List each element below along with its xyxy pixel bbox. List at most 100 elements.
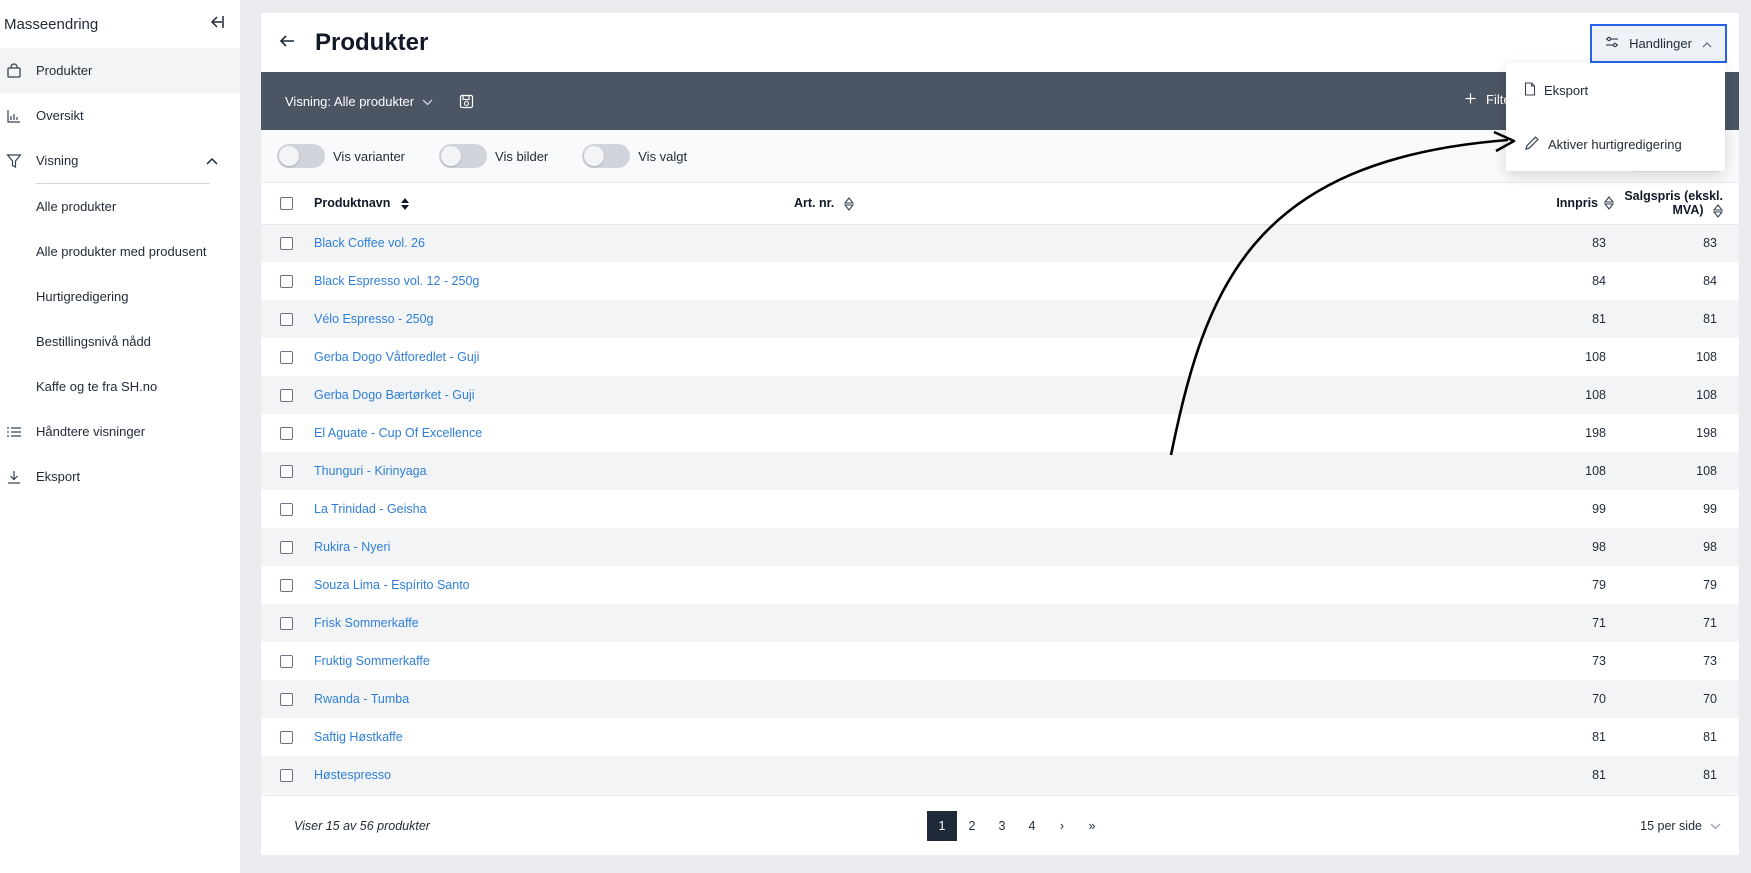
row-checkbox[interactable] xyxy=(280,579,293,593)
product-name-cell: Frisk Sommerkaffe xyxy=(314,604,794,642)
table-header-row: Produktnavn Art. nr. Innpris Salgspris (… xyxy=(261,183,1739,225)
actions-button[interactable]: Handlinger xyxy=(1590,24,1727,63)
vis-valgt-switch[interactable] xyxy=(582,144,631,168)
vis-varianter-switch[interactable] xyxy=(277,144,325,168)
row-select-cell xyxy=(261,566,314,604)
collapse-sidebar-icon[interactable] xyxy=(208,15,224,33)
art-nr-cell xyxy=(794,452,1274,490)
row-checkbox[interactable] xyxy=(280,389,293,403)
sort-icon[interactable] xyxy=(843,196,854,211)
column-art-nr[interactable]: Art. nr. xyxy=(794,183,1274,225)
column-label: Innpris xyxy=(1556,196,1598,211)
row-checkbox[interactable] xyxy=(280,693,293,707)
column-salgspris[interactable]: Salgspris (ekskl. MVA) xyxy=(1614,183,1739,225)
table-row: La Trinidad - Geisha 99 99 xyxy=(261,490,1739,528)
product-name-cell: Saftig Høstkaffe xyxy=(314,718,794,756)
row-checkbox[interactable] xyxy=(280,275,293,289)
sidebar-view-alle-produkter-med-produsent[interactable]: Alle produkter med produsent xyxy=(0,229,240,274)
row-checkbox[interactable] xyxy=(280,465,293,479)
row-checkbox[interactable] xyxy=(280,313,293,327)
column-label: Salgspris (ekskl. MVA) xyxy=(1624,188,1723,217)
back-arrow-icon[interactable] xyxy=(279,32,295,53)
sort-active-icon[interactable] xyxy=(400,197,410,211)
row-checkbox[interactable] xyxy=(280,769,293,783)
menu-item-label: Aktiver hurtigredigering xyxy=(1548,136,1682,152)
sidebar-view-hurtigredigering[interactable]: Hurtigredigering xyxy=(0,274,240,319)
pagination: 1 2 3 4 ›» xyxy=(927,810,1107,841)
product-name-cell: Black Espresso vol. 12 - 250g xyxy=(314,262,794,300)
row-checkbox[interactable] xyxy=(280,237,293,251)
sidebar-view-alle-produkter[interactable]: Alle produkter xyxy=(0,184,240,229)
bar-chart-icon xyxy=(6,108,36,124)
page-button[interactable]: › xyxy=(1047,811,1077,841)
row-checkbox[interactable] xyxy=(280,655,293,669)
row-checkbox[interactable] xyxy=(280,351,293,365)
product-link[interactable]: Saftig Høstkaffe xyxy=(314,730,403,744)
salgspris-cell: 84 xyxy=(1614,262,1739,300)
row-select-cell xyxy=(261,224,314,262)
sidebar-view-bestillingsniva[interactable]: Bestillingsnivå nådd xyxy=(0,319,240,364)
page-button[interactable]: » xyxy=(1077,811,1107,841)
product-link[interactable]: Gerba Dogo Bærtørket - Guji xyxy=(314,388,474,402)
product-link[interactable]: El Aguate - Cup Of Excellence xyxy=(314,426,482,440)
product-link[interactable]: Rukira - Nyeri xyxy=(314,540,390,554)
page-button[interactable]: 3 xyxy=(987,811,1017,841)
column-innpris[interactable]: Innpris xyxy=(1274,183,1614,225)
sidebar-item-handtere-visninger[interactable]: Håndtere visninger xyxy=(0,409,240,454)
chevron-up-icon[interactable] xyxy=(206,157,218,165)
product-link[interactable]: Souza Lima - Espírito Santo xyxy=(314,578,470,592)
sidebar-item-oversikt[interactable]: Oversikt xyxy=(0,93,240,138)
toggle-vis-valgt: Vis valgt xyxy=(582,144,687,168)
sidebar-item-visning[interactable]: Visning xyxy=(0,138,240,183)
innpris-cell: 81 xyxy=(1274,718,1614,756)
sidebar: Masseendring Produkter Oversikt Visning … xyxy=(0,0,240,873)
product-link[interactable]: Vélo Espresso - 250g xyxy=(314,312,434,326)
page-button[interactable]: 1 xyxy=(927,810,957,841)
pencil-icon xyxy=(1524,135,1540,154)
product-link[interactable]: Rwanda - Tumba xyxy=(314,692,409,706)
sort-icon[interactable] xyxy=(1713,203,1723,218)
product-link[interactable]: Gerba Dogo Våtforedlet - Guji xyxy=(314,350,479,364)
product-link[interactable]: Frisk Sommerkaffe xyxy=(314,616,419,630)
row-checkbox[interactable] xyxy=(280,503,293,517)
select-all-cell xyxy=(261,183,314,225)
per-page-select[interactable]: 15 per side xyxy=(1640,819,1721,833)
product-link[interactable]: Fruktig Sommerkaffe xyxy=(314,654,430,668)
art-nr-cell xyxy=(794,604,1274,642)
vis-bilder-switch[interactable] xyxy=(439,144,488,168)
sidebar-item-eksport[interactable]: Eksport xyxy=(0,454,240,499)
art-nr-cell xyxy=(794,490,1274,528)
table-footer: Viser 15 av 56 produkter 1 2 3 4 ›» 15 per s… xyxy=(261,795,1739,855)
table-row: Fruktig Sommerkaffe 73 73 xyxy=(261,642,1739,680)
column-produktnavn[interactable]: Produktnavn xyxy=(314,183,794,225)
salgspris-cell: 108 xyxy=(1614,452,1739,490)
row-checkbox[interactable] xyxy=(280,427,293,441)
product-link[interactable]: La Trinidad - Geisha xyxy=(314,502,427,516)
product-link[interactable]: Thunguri - Kirinyaga xyxy=(314,464,427,478)
menu-item-aktiver-hurtigredigering[interactable]: Aktiver hurtigredigering xyxy=(1506,117,1725,171)
sidebar-item-label: Visning xyxy=(36,153,79,168)
product-link[interactable]: Black Espresso vol. 12 - 250g xyxy=(314,274,479,288)
page-button[interactable]: 2 xyxy=(957,811,987,841)
sidebar-item-label: Håndtere visninger xyxy=(36,424,146,439)
product-link[interactable]: Høstespresso xyxy=(314,768,391,782)
save-view-icon[interactable] xyxy=(459,94,474,109)
art-nr-cell xyxy=(794,300,1274,338)
view-select-label: Visning: Alle produkter xyxy=(285,93,415,109)
sidebar-view-kaffe-og-te[interactable]: Kaffe og te fra SH.no xyxy=(0,364,240,409)
page-button[interactable]: 4 xyxy=(1017,811,1047,841)
sidebar-item-produkter[interactable]: Produkter xyxy=(0,48,240,93)
select-all-checkbox[interactable] xyxy=(280,197,293,211)
row-checkbox[interactable] xyxy=(280,617,293,631)
salgspris-cell: 81 xyxy=(1614,756,1739,794)
filter-button[interactable]: Filte xyxy=(1465,92,1511,107)
salgspris-cell: 108 xyxy=(1614,376,1739,414)
row-checkbox[interactable] xyxy=(280,541,293,555)
view-select[interactable]: Visning: Alle produkter xyxy=(285,94,433,109)
menu-item-eksport[interactable]: Eksport xyxy=(1506,63,1725,117)
product-link[interactable]: Black Coffee vol. 26 xyxy=(314,236,425,250)
row-checkbox[interactable] xyxy=(280,731,293,745)
row-select-cell xyxy=(261,680,314,718)
row-select-cell xyxy=(261,452,314,490)
sort-icon[interactable] xyxy=(1604,196,1614,211)
